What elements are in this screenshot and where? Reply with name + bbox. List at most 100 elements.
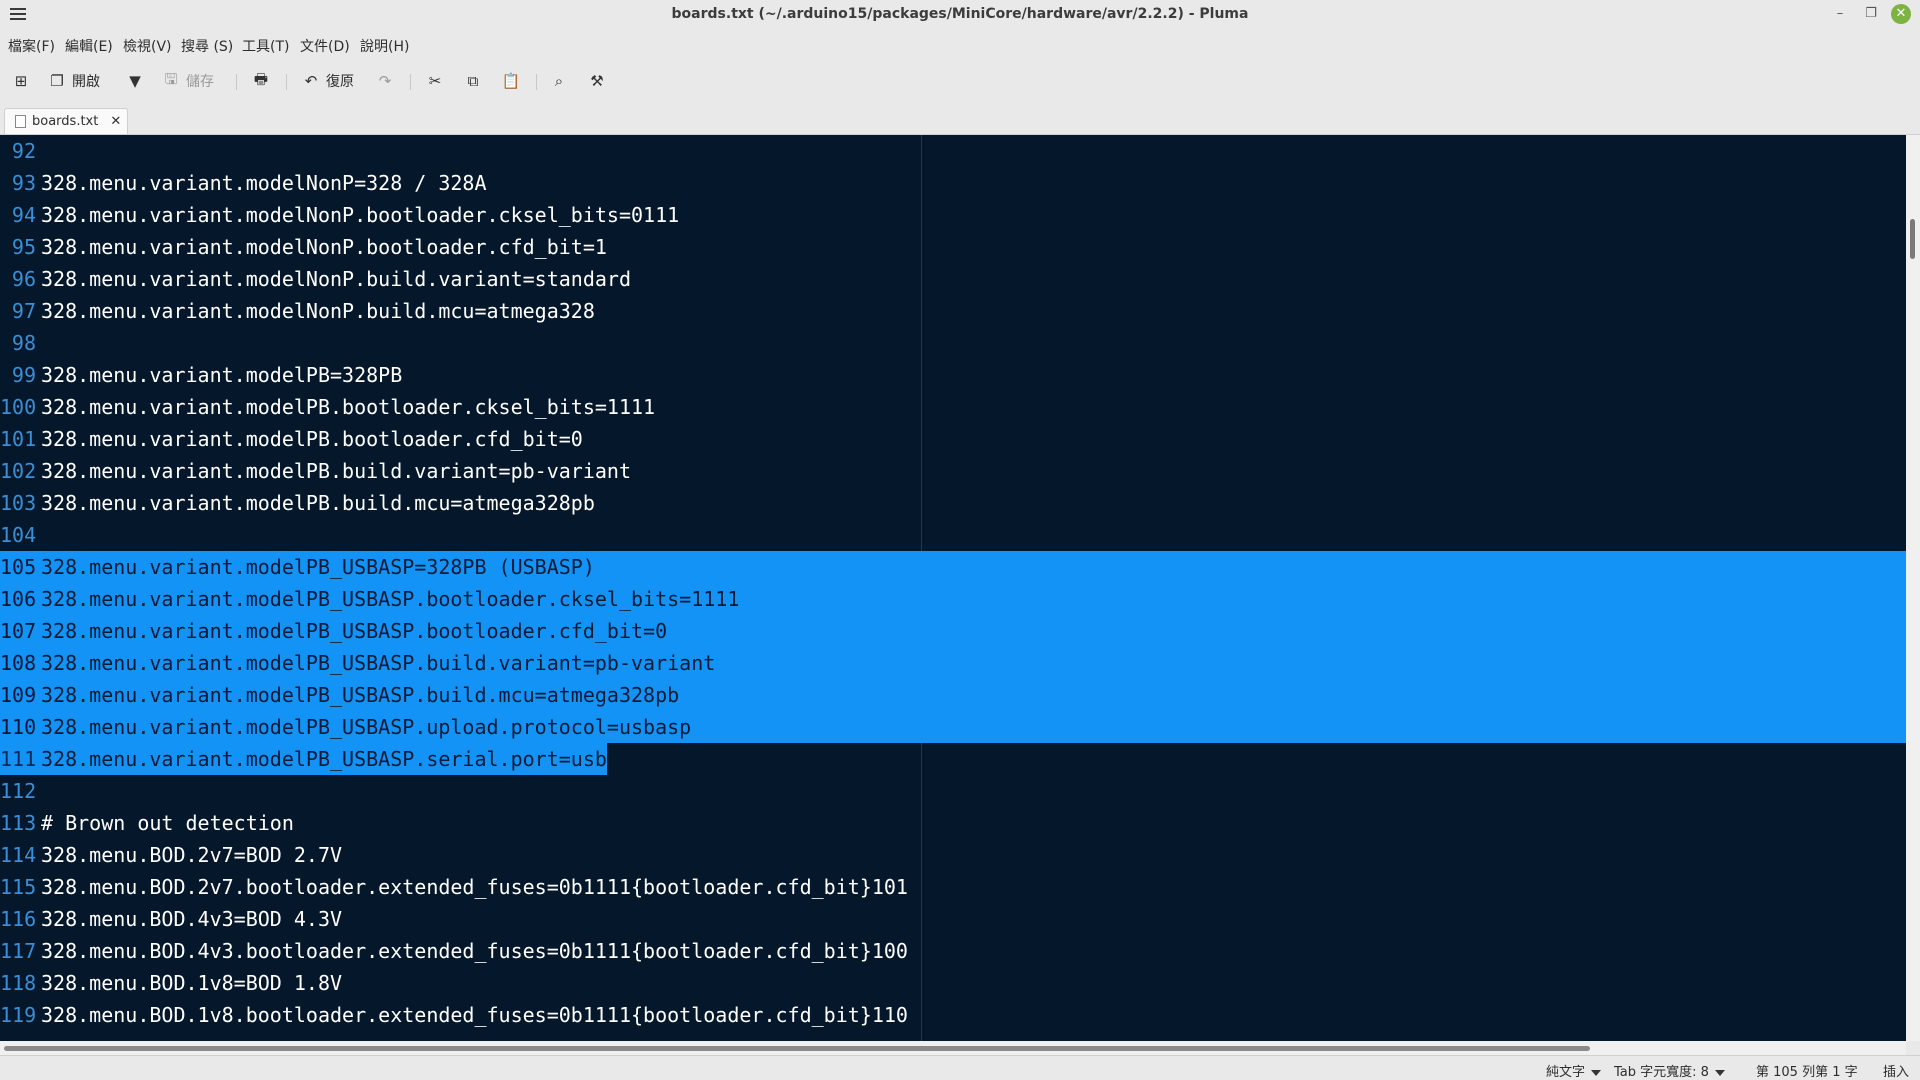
line-number: 113	[0, 811, 37, 835]
new-file-icon: ⊞	[14, 72, 28, 90]
text-editor[interactable]: 92 93 328.menu.variant.modelNonP=328 / 328…	[0, 135, 1906, 1041]
line-number: 104	[0, 523, 37, 547]
code-line[interactable]: 107 328.menu.variant.modelPB_USBASP.bootl…	[0, 615, 1906, 647]
code-line[interactable]: 109 328.menu.variant.modelPB_USBASP.build…	[0, 679, 1906, 711]
code-line[interactable]: 116 328.menu.BOD.4v3=BOD 4.3V	[0, 903, 1906, 935]
line-number: 97	[11, 299, 36, 323]
line-text: 328.menu.variant.modelPB_USBASP.bootload…	[41, 587, 740, 611]
line-text: 328.menu.variant.modelPB_USBASP.build.mc…	[41, 683, 680, 707]
redo-icon: ↷	[378, 72, 392, 90]
close-window-button[interactable]: ✕	[1891, 4, 1911, 24]
chevron-down-icon	[1591, 1069, 1602, 1076]
line-number: 100	[0, 395, 37, 419]
open-recent-dropdown[interactable]: ▼	[126, 69, 144, 93]
menu-help[interactable]: 說明(H)	[360, 36, 409, 56]
line-number: 95	[11, 235, 36, 259]
line-number: 103	[0, 491, 37, 515]
minimize-button[interactable]: –	[1830, 4, 1850, 24]
code-line[interactable]: 101 328.menu.variant.modelPB.bootloader.c…	[0, 423, 1906, 455]
line-number: 99	[11, 363, 36, 387]
menu-documents[interactable]: 文件(D)	[300, 36, 350, 56]
line-text: 328.menu.variant.modelNonP.bootloader.ck…	[41, 203, 680, 227]
line-text: 328.menu.BOD.2v7=BOD 2.7V	[41, 843, 343, 867]
code-line[interactable]: 119 328.menu.BOD.1v8.bootloader.extended_…	[0, 999, 1906, 1031]
save-button[interactable]: 🖫 儲存	[162, 69, 214, 93]
horizontal-scroll-thumb[interactable]	[4, 1046, 1590, 1051]
line-number: 96	[11, 267, 36, 291]
toolbar-separator	[236, 74, 237, 90]
line-text: 328.menu.variant.modelNonP=328 / 328A	[41, 171, 487, 195]
toolbar-separator	[536, 74, 537, 90]
tab-boards-txt[interactable]: boards.txt ✕	[4, 108, 128, 134]
code-line[interactable]: 114 328.menu.BOD.2v7=BOD 2.7V	[0, 839, 1906, 871]
code-line[interactable]: 92	[0, 135, 1906, 167]
cut-icon: ✂	[428, 72, 442, 90]
code-line[interactable]: 100 328.menu.variant.modelPB.bootloader.c…	[0, 391, 1906, 423]
code-line[interactable]: 102 328.menu.variant.modelPB.build.varian…	[0, 455, 1906, 487]
code-line[interactable]: 95 328.menu.variant.modelNonP.bootloader.…	[0, 231, 1906, 263]
code-line[interactable]: 99 328.menu.variant.modelPB=328PB	[0, 359, 1906, 391]
print-button[interactable]: 🖶	[252, 69, 270, 93]
undo-icon: ↶	[304, 72, 318, 90]
tab-width-selector[interactable]: Tab 字元寬度: 8	[1614, 1061, 1725, 1080]
new-file-button[interactable]: ⊞	[12, 69, 30, 93]
code-line[interactable]: 96 328.menu.variant.modelNonP.build.varia…	[0, 263, 1906, 295]
language-selector[interactable]: 純文字	[1546, 1061, 1602, 1080]
menu-tools[interactable]: 工具(T)	[242, 36, 289, 56]
line-text: 328.menu.BOD.1v8=BOD 1.8V	[41, 971, 343, 995]
redo-button[interactable]: ↷	[376, 69, 394, 93]
code-line[interactable]: 112	[0, 775, 1906, 807]
line-number: 102	[0, 459, 37, 483]
paste-button[interactable]: 📋	[501, 69, 521, 93]
tab-close-icon[interactable]: ✕	[110, 114, 121, 129]
line-number: 109	[0, 683, 37, 707]
replace-icon: ⚒	[590, 72, 604, 90]
line-text: 328.menu.variant.modelPB_USBASP.build.va…	[41, 651, 716, 675]
code-line[interactable]: 117 328.menu.BOD.4v3.bootloader.extended_…	[0, 935, 1906, 967]
menu-view[interactable]: 檢視(V)	[123, 36, 172, 56]
menu-file[interactable]: 檔案(F)	[8, 36, 55, 56]
line-number: 98	[11, 331, 36, 355]
open-button[interactable]: ❐ 開啟	[48, 69, 100, 93]
code-line[interactable]: 98	[0, 327, 1906, 359]
line-text: 328.menu.variant.modelPB.bootloader.cfd_…	[41, 427, 583, 451]
menu-search[interactable]: 搜尋 (S)	[181, 36, 233, 56]
line-text: # Brown out detection	[41, 811, 294, 835]
line-number: 119	[0, 1003, 37, 1027]
replace-button[interactable]: ⚒	[588, 69, 606, 93]
tab-bar: boards.txt ✕	[0, 106, 1920, 135]
line-number: 111	[0, 743, 41, 775]
code-line[interactable]: 103 328.menu.variant.modelPB.build.mcu=at…	[0, 487, 1906, 519]
code-line[interactable]: 94 328.menu.variant.modelNonP.bootloader.…	[0, 199, 1906, 231]
undo-button[interactable]: ↶ 復原	[302, 69, 354, 93]
line-number: 115	[0, 875, 37, 899]
line-text: 328.menu.BOD.1v8.bootloader.extended_fus…	[41, 1003, 908, 1027]
code-line[interactable]: 113 # Brown out detection	[0, 807, 1906, 839]
code-line[interactable]: 108 328.menu.variant.modelPB_USBASP.build…	[0, 647, 1906, 679]
vertical-scrollbar[interactable]	[1906, 135, 1920, 1041]
cut-button[interactable]: ✂	[426, 69, 444, 93]
toolbar-separator	[410, 74, 411, 90]
paste-icon: 📋	[501, 72, 521, 90]
window-title: boards.txt (~/.arduino15/packages/MiniCo…	[671, 6, 1249, 22]
code-line[interactable]: 104	[0, 519, 1906, 551]
maximize-button[interactable]: ❐	[1861, 4, 1881, 24]
code-line[interactable]: 118 328.menu.BOD.1v8=BOD 1.8V	[0, 967, 1906, 999]
line-number: 93	[11, 171, 36, 195]
code-line[interactable]: 115 328.menu.BOD.2v7.bootloader.extended_…	[0, 871, 1906, 903]
horizontal-scrollbar[interactable]	[0, 1041, 1906, 1055]
search-button[interactable]: ⌕	[550, 69, 568, 93]
copy-button[interactable]: ⧉	[464, 69, 482, 93]
code-line[interactable]: 106 328.menu.variant.modelPB_USBASP.bootl…	[0, 583, 1906, 615]
cursor-position: 第 105 列第 1 字	[1756, 1065, 1858, 1080]
code-line[interactable]: 111 328.menu.variant.modelPB_USBASP.seria…	[0, 743, 1906, 775]
line-number: 112	[0, 779, 37, 803]
line-number: 108	[0, 651, 37, 675]
code-line[interactable]: 97 328.menu.variant.modelNonP.build.mcu=a…	[0, 295, 1906, 327]
vertical-scroll-thumb[interactable]	[1910, 219, 1915, 259]
chevron-down-icon	[1714, 1069, 1725, 1076]
menu-edit[interactable]: 編輯(E)	[65, 36, 113, 56]
code-line[interactable]: 110 328.menu.variant.modelPB_USBASP.uploa…	[0, 711, 1906, 743]
code-line[interactable]: 105 328.menu.variant.modelPB_USBASP=328PB…	[0, 551, 1906, 583]
code-line[interactable]: 93 328.menu.variant.modelNonP=328 / 328A	[0, 167, 1906, 199]
